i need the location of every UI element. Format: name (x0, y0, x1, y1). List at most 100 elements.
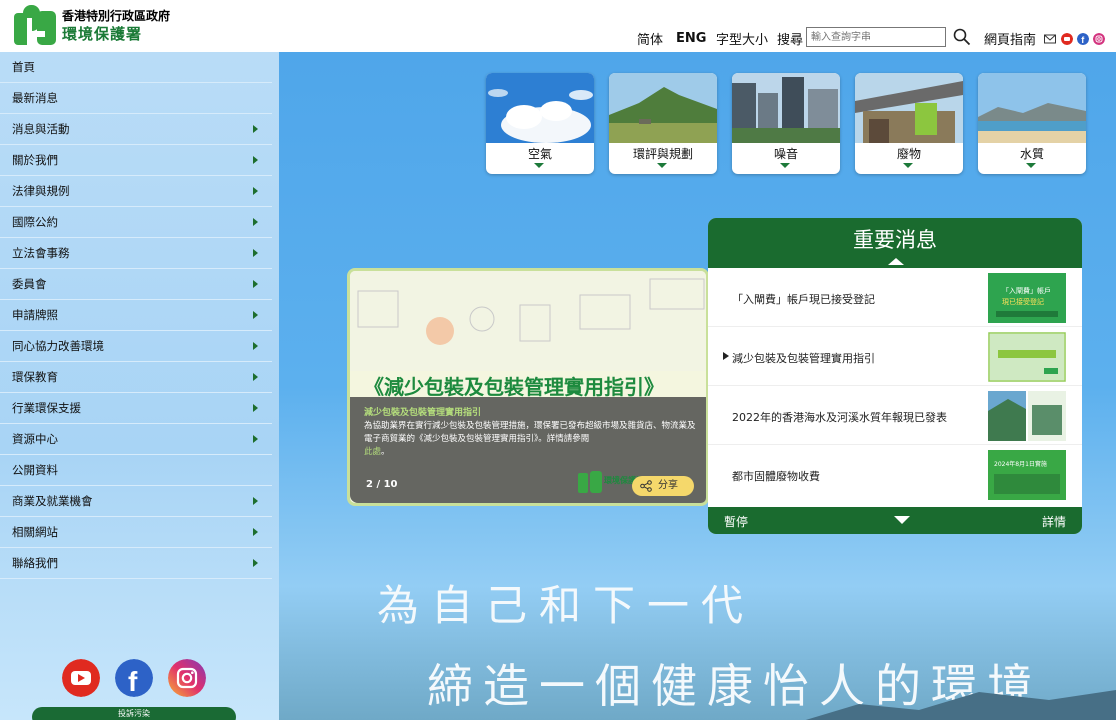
complaint-banner[interactable]: 投訴污染 (32, 707, 236, 720)
caption-end: 。 (381, 447, 390, 457)
topic-label: 廢物 (896, 147, 921, 161)
news-thumbnail (988, 332, 1066, 382)
chevron-right-icon (253, 404, 258, 412)
news-item-text: 「入閘費」帳戶現已接受登記 (732, 293, 875, 306)
sidebar-item[interactable]: 法律與規例 (0, 176, 272, 207)
chevron-right-icon (253, 187, 258, 195)
font-size-link[interactable]: 字型大小 (716, 29, 768, 48)
sidebar-item-label: 關於我們 (12, 153, 58, 167)
instagram-icon[interactable] (1093, 33, 1105, 45)
sidebar-item-label: 法律與規例 (12, 184, 70, 198)
sidebar-item-label: 立法會事務 (12, 246, 70, 260)
chevron-down-icon[interactable] (894, 516, 910, 524)
sidebar-item[interactable]: 消息與活動 (0, 114, 272, 145)
sidebar-item[interactable]: 國際公約 (0, 207, 272, 238)
chevron-right-icon (253, 218, 258, 226)
chevron-right-icon (253, 311, 258, 319)
epd-logo[interactable] (14, 5, 56, 45)
city-image (732, 73, 840, 143)
caption-title: 減少包裝及包裝管理實用指引 (364, 408, 482, 418)
news-item[interactable]: 都市固體廢物收費 2024年8月1日實施 (708, 445, 1082, 504)
sidebar-item-label: 最新消息 (12, 91, 58, 105)
sidebar-item-label: 國際公約 (12, 215, 58, 229)
facebook-icon[interactable]: f (1077, 33, 1089, 45)
youtube-icon[interactable] (1061, 33, 1073, 45)
share-button[interactable]: 分享 (632, 476, 694, 496)
news-panel: 重要消息 「入閘費」帳戶現已接受登記 「入閘費」帳戶 現已接受登記 減少包裝及包… (708, 218, 1082, 534)
news-item[interactable]: 「入閘費」帳戶現已接受登記 「入閘費」帳戶 現已接受登記 (708, 268, 1082, 327)
sidebar-item[interactable]: 首頁 (0, 52, 272, 83)
news-title: 重要消息 (853, 228, 937, 252)
pause-button[interactable]: 暫停 (724, 513, 748, 530)
search-input[interactable] (806, 27, 946, 47)
search-label: 搜尋 (777, 32, 804, 48)
lang-english-link[interactable]: ENG (676, 31, 706, 46)
sidebar-item[interactable]: 申請牌照 (0, 300, 272, 331)
topic-card-eia[interactable]: 環評與規劃 (609, 73, 717, 174)
search-icon[interactable] (953, 28, 971, 46)
lang-simplified-link[interactable]: 简体 (637, 29, 663, 48)
sidebar-item[interactable]: 公開資料 (0, 455, 272, 486)
chevron-down-icon (903, 163, 913, 168)
caption-link[interactable]: 此處 (364, 447, 381, 457)
chevron-down-icon (780, 163, 790, 168)
sidebar-item-label: 同心協力改善環境 (12, 339, 104, 353)
news-thumbnail: 「入閘費」帳戶 現已接受登記 (988, 273, 1066, 323)
chevron-down-icon (1026, 163, 1036, 168)
chevron-right-icon (253, 342, 258, 350)
sidebar-item[interactable]: 行業環保支援 (0, 393, 272, 424)
sidebar-item[interactable]: 同心協力改善環境 (0, 331, 272, 362)
more-details-link[interactable]: 詳情 (1042, 513, 1066, 530)
sidebar-item-label: 首頁 (12, 60, 35, 74)
carousel-headline: 《減少包裝及包裝管理實用指引》 (364, 375, 664, 399)
chevron-up-icon[interactable] (888, 258, 904, 265)
sidebar-item-label: 環保教育 (12, 370, 58, 384)
topic-label: 水質 (1019, 147, 1044, 161)
svg-text:「入閘費」帳戶: 「入閘費」帳戶 (1002, 286, 1051, 295)
chevron-right-icon (253, 528, 258, 536)
chevron-right-icon (253, 497, 258, 505)
topic-card-air[interactable]: 空氣 (486, 73, 594, 174)
facebook-icon[interactable]: f (115, 659, 153, 697)
topic-card-noise[interactable]: 噪音 (732, 73, 840, 174)
news-thumbnail (988, 391, 1066, 441)
news-item-active[interactable]: 減少包裝及包裝管理實用指引 (708, 327, 1082, 386)
sidebar-item-label: 資源中心 (12, 432, 58, 446)
youtube-icon[interactable] (62, 659, 100, 697)
sidebar-item[interactable]: 資源中心 (0, 424, 272, 455)
sidebar-item[interactable]: 聯絡我們 (0, 548, 272, 579)
chevron-right-icon (253, 435, 258, 443)
packaging-sketch-image (350, 271, 706, 371)
news-item-text: 減少包裝及包裝管理實用指引 (732, 352, 875, 365)
news-item-text: 都市固體廢物收費 (732, 470, 820, 483)
hill-image (609, 73, 717, 143)
news-thumbnail: 2024年8月1日實施 (988, 450, 1066, 500)
play-arrow-icon (723, 352, 729, 360)
instagram-icon[interactable] (168, 659, 206, 697)
sidebar-item[interactable]: 相關網站 (0, 517, 272, 548)
sidebar-item[interactable]: 關於我們 (0, 145, 272, 176)
topic-label: 噪音 (773, 147, 798, 161)
recycling-building-image (855, 73, 963, 143)
caption-text: 為協助業界在實行減少包裝及包裝管理措施，環保署已發布超級市場及雜貨店、物流業及電… (364, 421, 696, 444)
news-item[interactable]: 2022年的香港海水及河溪水質年報現已發表 (708, 386, 1082, 445)
share-icon (640, 480, 652, 492)
sidebar-item[interactable]: 環保教育 (0, 362, 272, 393)
chevron-right-icon (253, 373, 258, 381)
sidebar-item-label: 相關網站 (12, 525, 58, 539)
topic-card-water[interactable]: 水質 (978, 73, 1086, 174)
sidebar-item[interactable]: 委員會 (0, 269, 272, 300)
feature-carousel[interactable]: 《減少包裝及包裝管理實用指引》 減少包裝及包裝管理實用指引 為協助業界在實行減少… (347, 268, 709, 506)
mail-icon[interactable] (1044, 33, 1056, 45)
sidebar-item[interactable]: 立法會事務 (0, 238, 272, 269)
main-content: 空氣 環評與規劃 噪音 廢物 水質 《減少包裝及包裝管理實用指引》 減少包裝及包… (279, 52, 1116, 720)
chevron-right-icon (253, 249, 258, 257)
sitemap-link[interactable]: 網頁指南 (984, 29, 1036, 48)
svg-text:現已接受登記: 現已接受登記 (1002, 297, 1044, 306)
sidebar-item[interactable]: 商業及就業機會 (0, 486, 272, 517)
chevron-right-icon (253, 559, 258, 567)
mountain-silhouette (805, 690, 1116, 720)
topic-card-waste[interactable]: 廢物 (855, 73, 963, 174)
chevron-down-icon (657, 163, 667, 168)
sidebar-item[interactable]: 最新消息 (0, 83, 272, 114)
